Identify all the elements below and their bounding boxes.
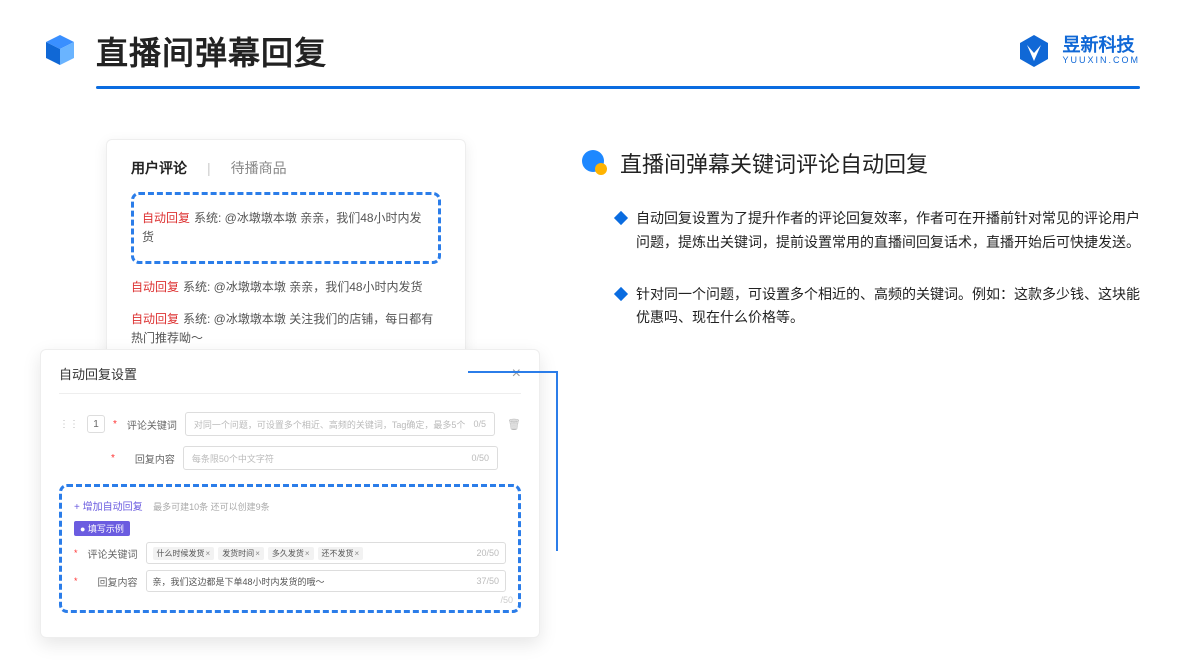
tabs: 用户评论 | 待播商品 — [131, 158, 441, 178]
example-keyword-input[interactable]: 什么时候发货×发货时间× 多久发货× 还不发货× 20/50 — [146, 542, 506, 564]
comment-item: 自动回复系统: @冰墩墩本墩 关注我们的店铺，每日都有热门推荐呦～ — [131, 304, 441, 354]
auto-reply-tag: 自动回复 — [131, 312, 179, 326]
highlighted-comment-box: 自动回复系统: @冰墩墩本墩 亲亲，我们48小时内发货 — [131, 192, 441, 264]
header-left: 直播间弹幕回复 — [40, 28, 327, 74]
form-row-reply: * 回复内容 每条限50个中文字符 0/50 — [59, 446, 521, 470]
required-marker: * — [113, 419, 117, 430]
counter: 0/50 — [471, 453, 489, 463]
diamond-icon — [614, 287, 628, 301]
dialog-title: 自动回复设置 — [59, 364, 137, 383]
add-auto-reply-link[interactable]: + 增加自动回复 — [74, 498, 143, 513]
diamond-icon — [614, 211, 628, 225]
tag-chip[interactable]: 多久发货× — [268, 547, 314, 560]
comment-highlighted: 自动回复系统: @冰墩墩本墩 亲亲，我们48小时内发货 — [142, 203, 430, 253]
brand-name-cn: 昱新科技 — [1062, 36, 1140, 56]
tag-list: 什么时候发货×发货时间× 多久发货× 还不发货× — [153, 547, 366, 560]
required-marker: * — [111, 453, 115, 464]
main-content: 用户评论 | 待播商品 自动回复系统: @冰墩墩本墩 亲亲，我们48小时内发货 … — [0, 89, 1180, 375]
label-keyword: 评论关键词 — [125, 417, 177, 432]
label-reply: 回复内容 — [86, 574, 138, 589]
add-hint: 最多可建10条 还可以创建9条 — [153, 502, 270, 512]
tag-chip[interactable]: 还不发货× — [318, 547, 364, 560]
comment-item: 自动回复系统: @冰墩墩本墩 亲亲，我们48小时内发货 — [131, 272, 441, 303]
brand-text: 昱新科技 YUUXIN.COM — [1062, 36, 1140, 66]
counter: 20/50 — [476, 548, 499, 558]
placeholder: 对同一个问题，可设置多个相近、高频的关键词，Tag确定，最多5个 — [194, 418, 466, 431]
auto-reply-tag: 自动回复 — [131, 280, 179, 294]
brand-icon — [1016, 33, 1052, 69]
example-row-keyword: * 评论关键词 什么时候发货×发货时间× 多久发货× 还不发货× 20/50 — [74, 542, 506, 564]
auto-reply-tag: 自动回复 — [142, 211, 190, 225]
comment-text: 系统: @冰墩墩本墩 亲亲，我们48小时内发货 — [183, 280, 423, 294]
section-title: 直播间弹幕关键词评论自动回复 — [620, 147, 928, 179]
counter: 0/5 — [474, 419, 487, 429]
tag-chip[interactable]: 什么时候发货× — [153, 547, 215, 560]
example-row-reply: * 回复内容 亲，我们这边都是下单48小时内发货的哦～ 37/50 — [74, 570, 506, 592]
tab-pending-goods[interactable]: 待播商品 — [231, 158, 287, 178]
bullet-item: 针对同一个问题，可设置多个相近的、高频的关键词。例如：这款多少钱、这块能优惠吗、… — [580, 283, 1140, 331]
add-row: + 增加自动回复 最多可建10条 还可以创建9条 — [74, 497, 506, 519]
comments-panel: 用户评论 | 待播商品 自动回复系统: @冰墩墩本墩 亲亲，我们48小时内发货 … — [106, 139, 466, 375]
connector-line — [468, 371, 558, 373]
delete-icon[interactable]: 🗑 — [507, 418, 521, 431]
section-heading: 直播间弹幕关键词评论自动回复 — [580, 147, 1140, 179]
drag-handle-icon[interactable]: ⋮⋮ — [59, 419, 79, 430]
label-reply: 回复内容 — [123, 451, 175, 466]
placeholder: 每条限50个中文字符 — [192, 452, 274, 465]
page-title: 直播间弹幕回复 — [96, 28, 327, 74]
brand: 昱新科技 YUUXIN.COM — [1016, 33, 1140, 69]
speech-bubble-icon — [580, 149, 608, 177]
example-box: + 增加自动回复 最多可建10条 还可以创建9条 ● 填写示例 * 评论关键词 … — [59, 484, 521, 613]
bullet-text: 自动回复设置为了提升作者的评论回复效率，作者可在开播前针对常见的评论用户问题，提… — [636, 207, 1140, 255]
left-screenshots: 用户评论 | 待播商品 自动回复系统: @冰墩墩本墩 亲亲，我们48小时内发货 … — [40, 139, 540, 375]
tab-separator: | — [207, 160, 211, 176]
auto-reply-settings-dialog: 自动回复设置 × ⋮⋮ 1 * 评论关键词 对同一个问题，可设置多个相近、高频的… — [40, 349, 540, 638]
example-reply-text: 亲，我们这边都是下单48小时内发货的哦～ — [153, 575, 325, 588]
keyword-input[interactable]: 对同一个问题，可设置多个相近、高频的关键词，Tag确定，最多5个 0/5 — [185, 412, 495, 436]
dialog-header: 自动回复设置 × — [59, 364, 521, 394]
faded-counter: /50 — [500, 595, 513, 605]
form-row-keyword: ⋮⋮ 1 * 评论关键词 对同一个问题，可设置多个相近、高频的关键词，Tag确定… — [59, 412, 521, 436]
example-badge: ● 填写示例 — [74, 521, 130, 536]
cube-icon — [40, 31, 80, 71]
example-reply-input[interactable]: 亲，我们这边都是下单48小时内发货的哦～ 37/50 — [146, 570, 506, 592]
bullet-text: 针对同一个问题，可设置多个相近的、高频的关键词。例如：这款多少钱、这块能优惠吗、… — [636, 283, 1140, 331]
tab-user-comments[interactable]: 用户评论 — [131, 158, 187, 178]
bullet-item: 自动回复设置为了提升作者的评论回复效率，作者可在开播前针对常见的评论用户问题，提… — [580, 207, 1140, 255]
connector-line — [556, 371, 558, 551]
reply-input[interactable]: 每条限50个中文字符 0/50 — [183, 446, 498, 470]
row-number: 1 — [87, 415, 105, 433]
required-marker: * — [74, 576, 78, 586]
slide-header: 直播间弹幕回复 昱新科技 YUUXIN.COM — [0, 0, 1180, 74]
counter: 37/50 — [476, 576, 499, 586]
required-marker: * — [74, 548, 78, 558]
close-icon[interactable]: × — [512, 365, 521, 383]
right-content: 直播间弹幕关键词评论自动回复 自动回复设置为了提升作者的评论回复效率，作者可在开… — [580, 139, 1140, 375]
brand-name-en: YUUXIN.COM — [1062, 56, 1140, 66]
tag-chip[interactable]: 发货时间× — [218, 547, 264, 560]
label-keyword: 评论关键词 — [86, 546, 138, 561]
